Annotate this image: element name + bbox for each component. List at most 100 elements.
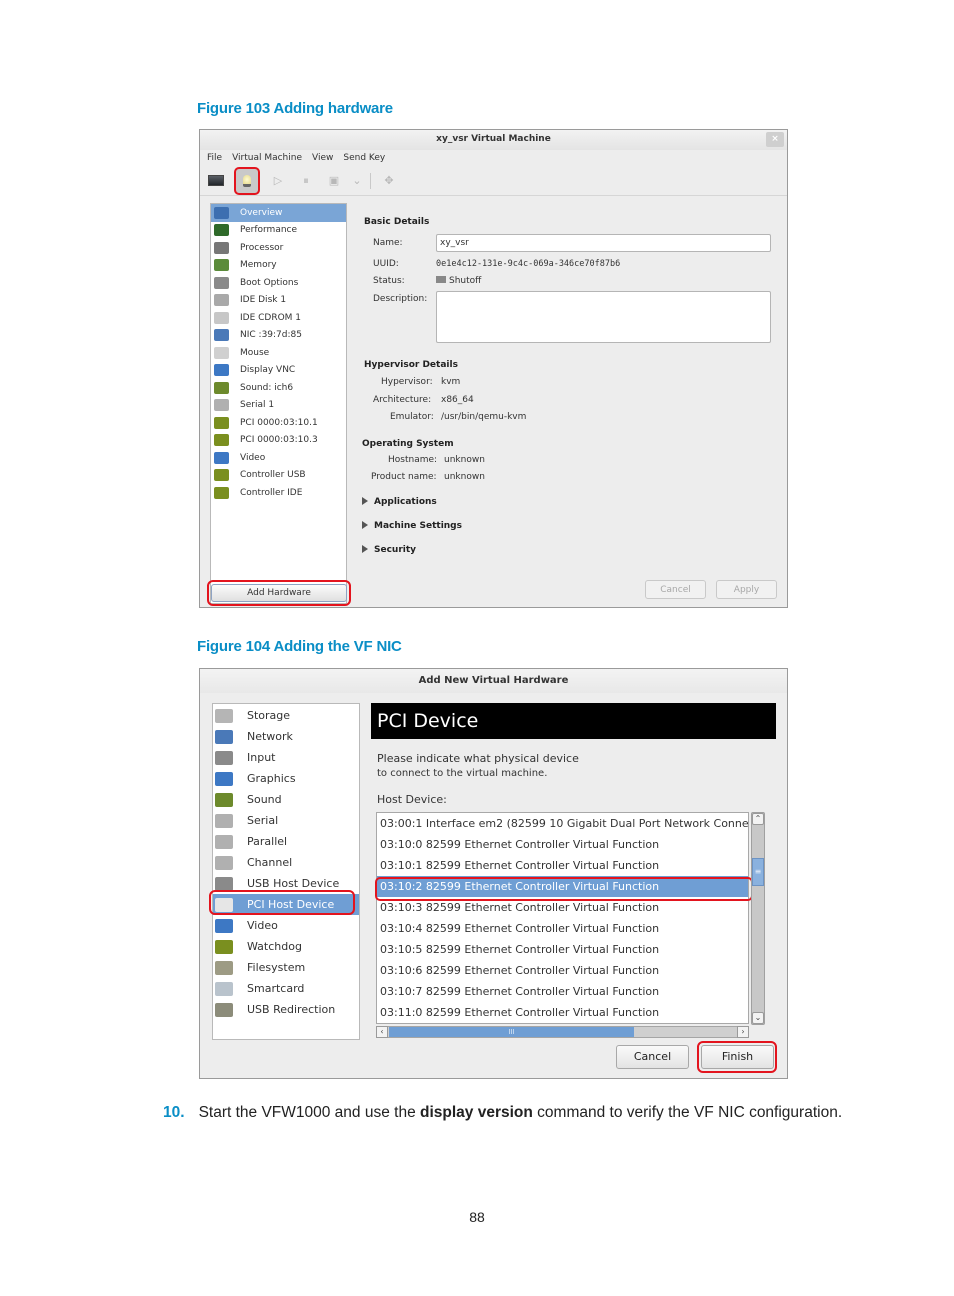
- security-expander[interactable]: Security: [362, 545, 416, 555]
- close-icon[interactable]: ×: [766, 132, 784, 147]
- sidebar-item-ide-cdrom-1[interactable]: IDE CDROM 1: [211, 309, 346, 327]
- details-button[interactable]: [234, 166, 260, 195]
- host-device-row[interactable]: 03:10:1 82599 Ethernet Controller Virtua…: [377, 855, 748, 876]
- host-device-row[interactable]: 03:10:2 82599 Ethernet Controller Virtua…: [377, 876, 748, 897]
- console-button[interactable]: [206, 171, 226, 191]
- cpu-icon: [214, 241, 229, 254]
- host-device-row[interactable]: 03:10:4 82599 Ethernet Controller Virtua…: [377, 918, 748, 939]
- run-button[interactable]: ▷: [268, 171, 288, 191]
- sidebar-item-processor[interactable]: Processor: [211, 239, 346, 257]
- chart-icon: [214, 224, 229, 237]
- sidebar-item-ide-disk-1[interactable]: IDE Disk 1: [211, 292, 346, 310]
- sidebar-item-pci-host-device[interactable]: PCI Host Device: [213, 894, 359, 915]
- chevron-down-icon: ⌄: [352, 174, 362, 187]
- sidebar-item-overview[interactable]: Overview: [211, 204, 346, 222]
- sidebar-item-label: Input: [247, 751, 276, 764]
- scroll-right-button[interactable]: ›: [737, 1026, 749, 1038]
- cancel-button[interactable]: Cancel: [645, 580, 706, 599]
- sidebar-item-performance[interactable]: Performance: [211, 222, 346, 240]
- scroll-up-button[interactable]: ⌃: [752, 813, 764, 825]
- sidebar-item-pci-0000-03-10-3[interactable]: PCI 0000:03:10.3: [211, 432, 346, 450]
- vm-details-window: xy_vsr Virtual Machine × File Virtual Ma…: [199, 129, 788, 608]
- add-hardware-button[interactable]: Add Hardware: [211, 584, 347, 602]
- host-device-row[interactable]: 03:10:5 82599 Ethernet Controller Virtua…: [377, 939, 748, 960]
- video-icon: [214, 451, 229, 464]
- menu-virtual-machine[interactable]: Virtual Machine: [232, 150, 302, 166]
- sidebar-item-channel[interactable]: Channel: [213, 852, 359, 873]
- sidebar-item-label: IDE CDROM 1: [240, 312, 302, 323]
- shutdown-button[interactable]: ▣: [324, 171, 344, 191]
- gears-icon: [215, 876, 233, 891]
- sidebar-item-parallel[interactable]: Parallel: [213, 831, 359, 852]
- sound-card-icon: [214, 381, 229, 394]
- sidebar-item-controller-usb[interactable]: Controller USB: [211, 467, 346, 485]
- sidebar-item-usb-host-device[interactable]: USB Host Device: [213, 873, 359, 894]
- shutdown-menu-button[interactable]: ⌄: [352, 171, 362, 191]
- toolbar-separator: [370, 172, 371, 189]
- host-device-row[interactable]: 03:11:0 82599 Ethernet Controller Virtua…: [377, 1002, 748, 1023]
- sidebar-item-sound-ich6[interactable]: Sound: ich6: [211, 379, 346, 397]
- sidebar-item-smartcard[interactable]: Smartcard: [213, 978, 359, 999]
- sidebar-item-label: Processor: [240, 242, 284, 253]
- fullscreen-button[interactable]: ✥: [379, 171, 399, 191]
- serial-icon: [215, 813, 233, 828]
- pause-button[interactable]: ⏸: [296, 171, 316, 191]
- sidebar-item-network[interactable]: Network: [213, 726, 359, 747]
- pause-icon: ⏸: [303, 173, 309, 187]
- sidebar-item-mouse[interactable]: Mouse: [211, 344, 346, 362]
- horizontal-scrollbar[interactable]: ‹ III ›: [376, 1026, 749, 1038]
- sidebar-item-filesystem[interactable]: Filesystem: [213, 957, 359, 978]
- architecture-value: x86_64: [441, 395, 474, 405]
- description-textarea[interactable]: [436, 291, 771, 343]
- menu-send-key[interactable]: Send Key: [343, 150, 385, 166]
- hscroll-thumb[interactable]: III: [389, 1027, 634, 1037]
- sidebar-item-storage[interactable]: Storage: [213, 705, 359, 726]
- cancel-button[interactable]: Cancel: [616, 1045, 689, 1069]
- host-device-row[interactable]: 03:00:1 Interface em2 (82599 10 Gigabit …: [377, 813, 748, 834]
- scroll-down-button[interactable]: ⌄: [752, 1012, 764, 1024]
- name-input[interactable]: xy_vsr: [436, 234, 771, 252]
- sidebar-item-nic-39-7d-85[interactable]: NIC :39:7d:85: [211, 327, 346, 345]
- host-device-row[interactable]: 03:10:0 82599 Ethernet Controller Virtua…: [377, 834, 748, 855]
- host-device-row[interactable]: 03:10:7 82599 Ethernet Controller Virtua…: [377, 981, 748, 1002]
- sidebar-item-input[interactable]: Input: [213, 747, 359, 768]
- host-device-row[interactable]: 03:10:3 82599 Ethernet Controller Virtua…: [377, 897, 748, 918]
- fullscreen-icon: ✥: [384, 174, 394, 187]
- sidebar-item-label: Network: [247, 730, 293, 743]
- watchdog-card-icon: [215, 939, 233, 954]
- sidebar-item-serial[interactable]: Serial: [213, 810, 359, 831]
- finish-button[interactable]: Finish: [701, 1045, 774, 1069]
- sidebar-item-label: Parallel: [247, 835, 288, 848]
- sidebar-item-graphics[interactable]: Graphics: [213, 768, 359, 789]
- apply-button[interactable]: Apply: [716, 580, 777, 599]
- host-device-row[interactable]: 03:10:6 82599 Ethernet Controller Virtua…: [377, 960, 748, 981]
- sidebar-item-memory[interactable]: Memory: [211, 257, 346, 275]
- machine-settings-expander[interactable]: Machine Settings: [362, 521, 462, 531]
- hardware-type-list: Storage Network Input Graphics Sound Serial Pa…: [212, 703, 360, 1040]
- scroll-thumb[interactable]: ≡: [752, 858, 764, 886]
- add-hardware-window: Add New Virtual Hardware Storage Network I…: [199, 668, 788, 1079]
- sidebar-item-controller-ide[interactable]: Controller IDE: [211, 484, 346, 502]
- sidebar-item-video[interactable]: Video: [211, 449, 346, 467]
- sidebar-item-label: Video: [247, 919, 278, 932]
- pci-card-icon: [214, 416, 229, 429]
- vertical-scrollbar[interactable]: ⌃ ≡ ⌄: [751, 812, 765, 1025]
- sidebar-item-serial-1[interactable]: Serial 1: [211, 397, 346, 415]
- sidebar-item-display-vnc[interactable]: Display VNC: [211, 362, 346, 380]
- sidebar-item-pci-0000-03-10-1[interactable]: PCI 0000:03:10.1: [211, 414, 346, 432]
- menu-file[interactable]: File: [207, 150, 222, 166]
- applications-expander[interactable]: Applications: [362, 497, 437, 507]
- sidebar-item-video[interactable]: Video: [213, 915, 359, 936]
- architecture-label: Architecture:: [373, 395, 432, 405]
- pci-card-icon: [214, 434, 229, 447]
- step-text-after: command to verify the VF NIC configurati…: [532, 1104, 843, 1121]
- menu-view[interactable]: View: [312, 150, 333, 166]
- sidebar-item-usb-redirection[interactable]: USB Redirection: [213, 999, 359, 1020]
- host-device-list[interactable]: 03:00:1 Interface em2 (82599 10 Gigabit …: [376, 812, 749, 1024]
- scroll-left-button[interactable]: ‹: [376, 1026, 388, 1038]
- sidebar-item-sound[interactable]: Sound: [213, 789, 359, 810]
- sidebar-item-boot-options[interactable]: Boot Options: [211, 274, 346, 292]
- sidebar-item-label: Controller USB: [240, 470, 306, 481]
- name-label: Name:: [373, 238, 403, 248]
- sidebar-item-watchdog[interactable]: Watchdog: [213, 936, 359, 957]
